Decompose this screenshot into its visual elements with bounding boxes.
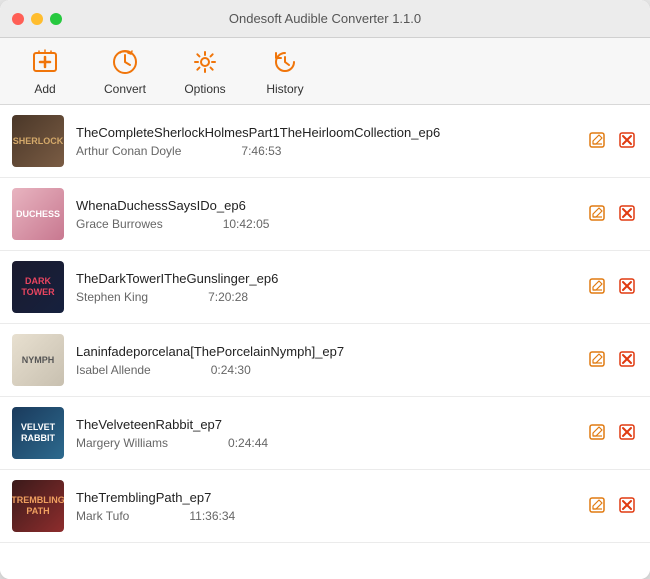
book-duration: 7:20:28 — [208, 290, 248, 304]
book-author: Stephen King — [76, 290, 148, 304]
book-cover: NYMPH — [12, 334, 64, 386]
book-duration: 7:46:53 — [241, 144, 281, 158]
delete-button[interactable] — [616, 348, 638, 373]
minimize-button[interactable] — [31, 13, 43, 25]
book-info: TheVelveteenRabbit_ep7 Margery Williams … — [76, 417, 574, 450]
edit-button[interactable] — [586, 129, 608, 154]
book-cover: TREMBLING PATH — [12, 480, 64, 532]
delete-button[interactable] — [616, 275, 638, 300]
book-row: TREMBLING PATH TheTremblingPath_ep7 Mark… — [0, 470, 650, 543]
book-title: WhenaDuchessSaysIDo_ep6 — [76, 198, 574, 213]
book-meta: Isabel Allende 0:24:30 — [76, 363, 574, 377]
cover-text: DARK TOWER — [12, 272, 64, 302]
toolbar-history[interactable]: History — [260, 46, 310, 96]
book-title: TheTremblingPath_ep7 — [76, 490, 574, 505]
convert-label: Convert — [104, 82, 146, 96]
book-meta: Mark Tufo 11:36:34 — [76, 509, 574, 523]
delete-button[interactable] — [616, 494, 638, 519]
book-meta: Grace Burrowes 10:42:05 — [76, 217, 574, 231]
book-actions — [586, 494, 638, 519]
book-info: Laninfadeporcelana[ThePorcelainNymph]_ep… — [76, 344, 574, 377]
traffic-lights — [12, 13, 62, 25]
add-label: Add — [34, 82, 55, 96]
book-row: DARK TOWER TheDarkTowerITheGunslinger_ep… — [0, 251, 650, 324]
toolbar-convert[interactable]: Convert — [100, 46, 150, 96]
convert-icon — [109, 46, 141, 78]
book-info: TheCompleteSherlockHolmesPart1TheHeirloo… — [76, 125, 574, 158]
book-author: Margery Williams — [76, 436, 168, 450]
delete-button[interactable] — [616, 202, 638, 227]
book-actions — [586, 202, 638, 227]
cover-text: VELVET RABBIT — [12, 418, 64, 448]
book-cover: VELVET RABBIT — [12, 407, 64, 459]
title-bar: Ondesoft Audible Converter 1.1.0 — [0, 0, 650, 38]
options-label: Options — [184, 82, 225, 96]
history-icon — [269, 46, 301, 78]
book-info: WhenaDuchessSaysIDo_ep6 Grace Burrowes 1… — [76, 198, 574, 231]
book-title: TheCompleteSherlockHolmesPart1TheHeirloo… — [76, 125, 574, 140]
book-info: TheDarkTowerITheGunslinger_ep6 Stephen K… — [76, 271, 574, 304]
book-cover: DARK TOWER — [12, 261, 64, 313]
book-cover: DUCHESS — [12, 188, 64, 240]
book-title: TheVelveteenRabbit_ep7 — [76, 417, 574, 432]
history-label: History — [266, 82, 303, 96]
book-row: VELVET RABBIT TheVelveteenRabbit_ep7 Mar… — [0, 397, 650, 470]
edit-button[interactable] — [586, 494, 608, 519]
add-icon — [29, 46, 61, 78]
book-author: Mark Tufo — [76, 509, 129, 523]
book-actions — [586, 421, 638, 446]
book-actions — [586, 275, 638, 300]
book-list: SHERLOCK TheCompleteSherlockHolmesPart1T… — [0, 105, 650, 579]
book-author: Grace Burrowes — [76, 217, 163, 231]
book-meta: Stephen King 7:20:28 — [76, 290, 574, 304]
cover-text: DUCHESS — [12, 205, 64, 224]
book-actions — [586, 129, 638, 154]
cover-text: TREMBLING PATH — [12, 491, 64, 521]
book-duration: 11:36:34 — [189, 509, 235, 523]
delete-button[interactable] — [616, 129, 638, 154]
close-button[interactable] — [12, 13, 24, 25]
edit-button[interactable] — [586, 348, 608, 373]
toolbar: Add Convert Options — [0, 38, 650, 105]
options-icon — [189, 46, 221, 78]
cover-text: NYMPH — [18, 351, 59, 370]
edit-button[interactable] — [586, 421, 608, 446]
edit-button[interactable] — [586, 202, 608, 227]
book-row: DUCHESS WhenaDuchessSaysIDo_ep6 Grace Bu… — [0, 178, 650, 251]
delete-button[interactable] — [616, 421, 638, 446]
book-author: Isabel Allende — [76, 363, 151, 377]
book-duration: 10:42:05 — [223, 217, 270, 231]
book-meta: Margery Williams 0:24:44 — [76, 436, 574, 450]
book-title: Laninfadeporcelana[ThePorcelainNymph]_ep… — [76, 344, 574, 359]
book-duration: 0:24:30 — [211, 363, 251, 377]
book-cover: SHERLOCK — [12, 115, 64, 167]
edit-button[interactable] — [586, 275, 608, 300]
book-row: SHERLOCK TheCompleteSherlockHolmesPart1T… — [0, 105, 650, 178]
toolbar-add[interactable]: Add — [20, 46, 70, 96]
maximize-button[interactable] — [50, 13, 62, 25]
book-author: Arthur Conan Doyle — [76, 144, 181, 158]
cover-text: SHERLOCK — [12, 132, 64, 151]
main-window: Ondesoft Audible Converter 1.1.0 Add — [0, 0, 650, 579]
book-info: TheTremblingPath_ep7 Mark Tufo 11:36:34 — [76, 490, 574, 523]
window-title: Ondesoft Audible Converter 1.1.0 — [229, 11, 421, 26]
book-duration: 0:24:44 — [228, 436, 268, 450]
book-row: NYMPH Laninfadeporcelana[ThePorcelainNym… — [0, 324, 650, 397]
book-title: TheDarkTowerITheGunslinger_ep6 — [76, 271, 574, 286]
book-meta: Arthur Conan Doyle 7:46:53 — [76, 144, 574, 158]
toolbar-options[interactable]: Options — [180, 46, 230, 96]
book-actions — [586, 348, 638, 373]
